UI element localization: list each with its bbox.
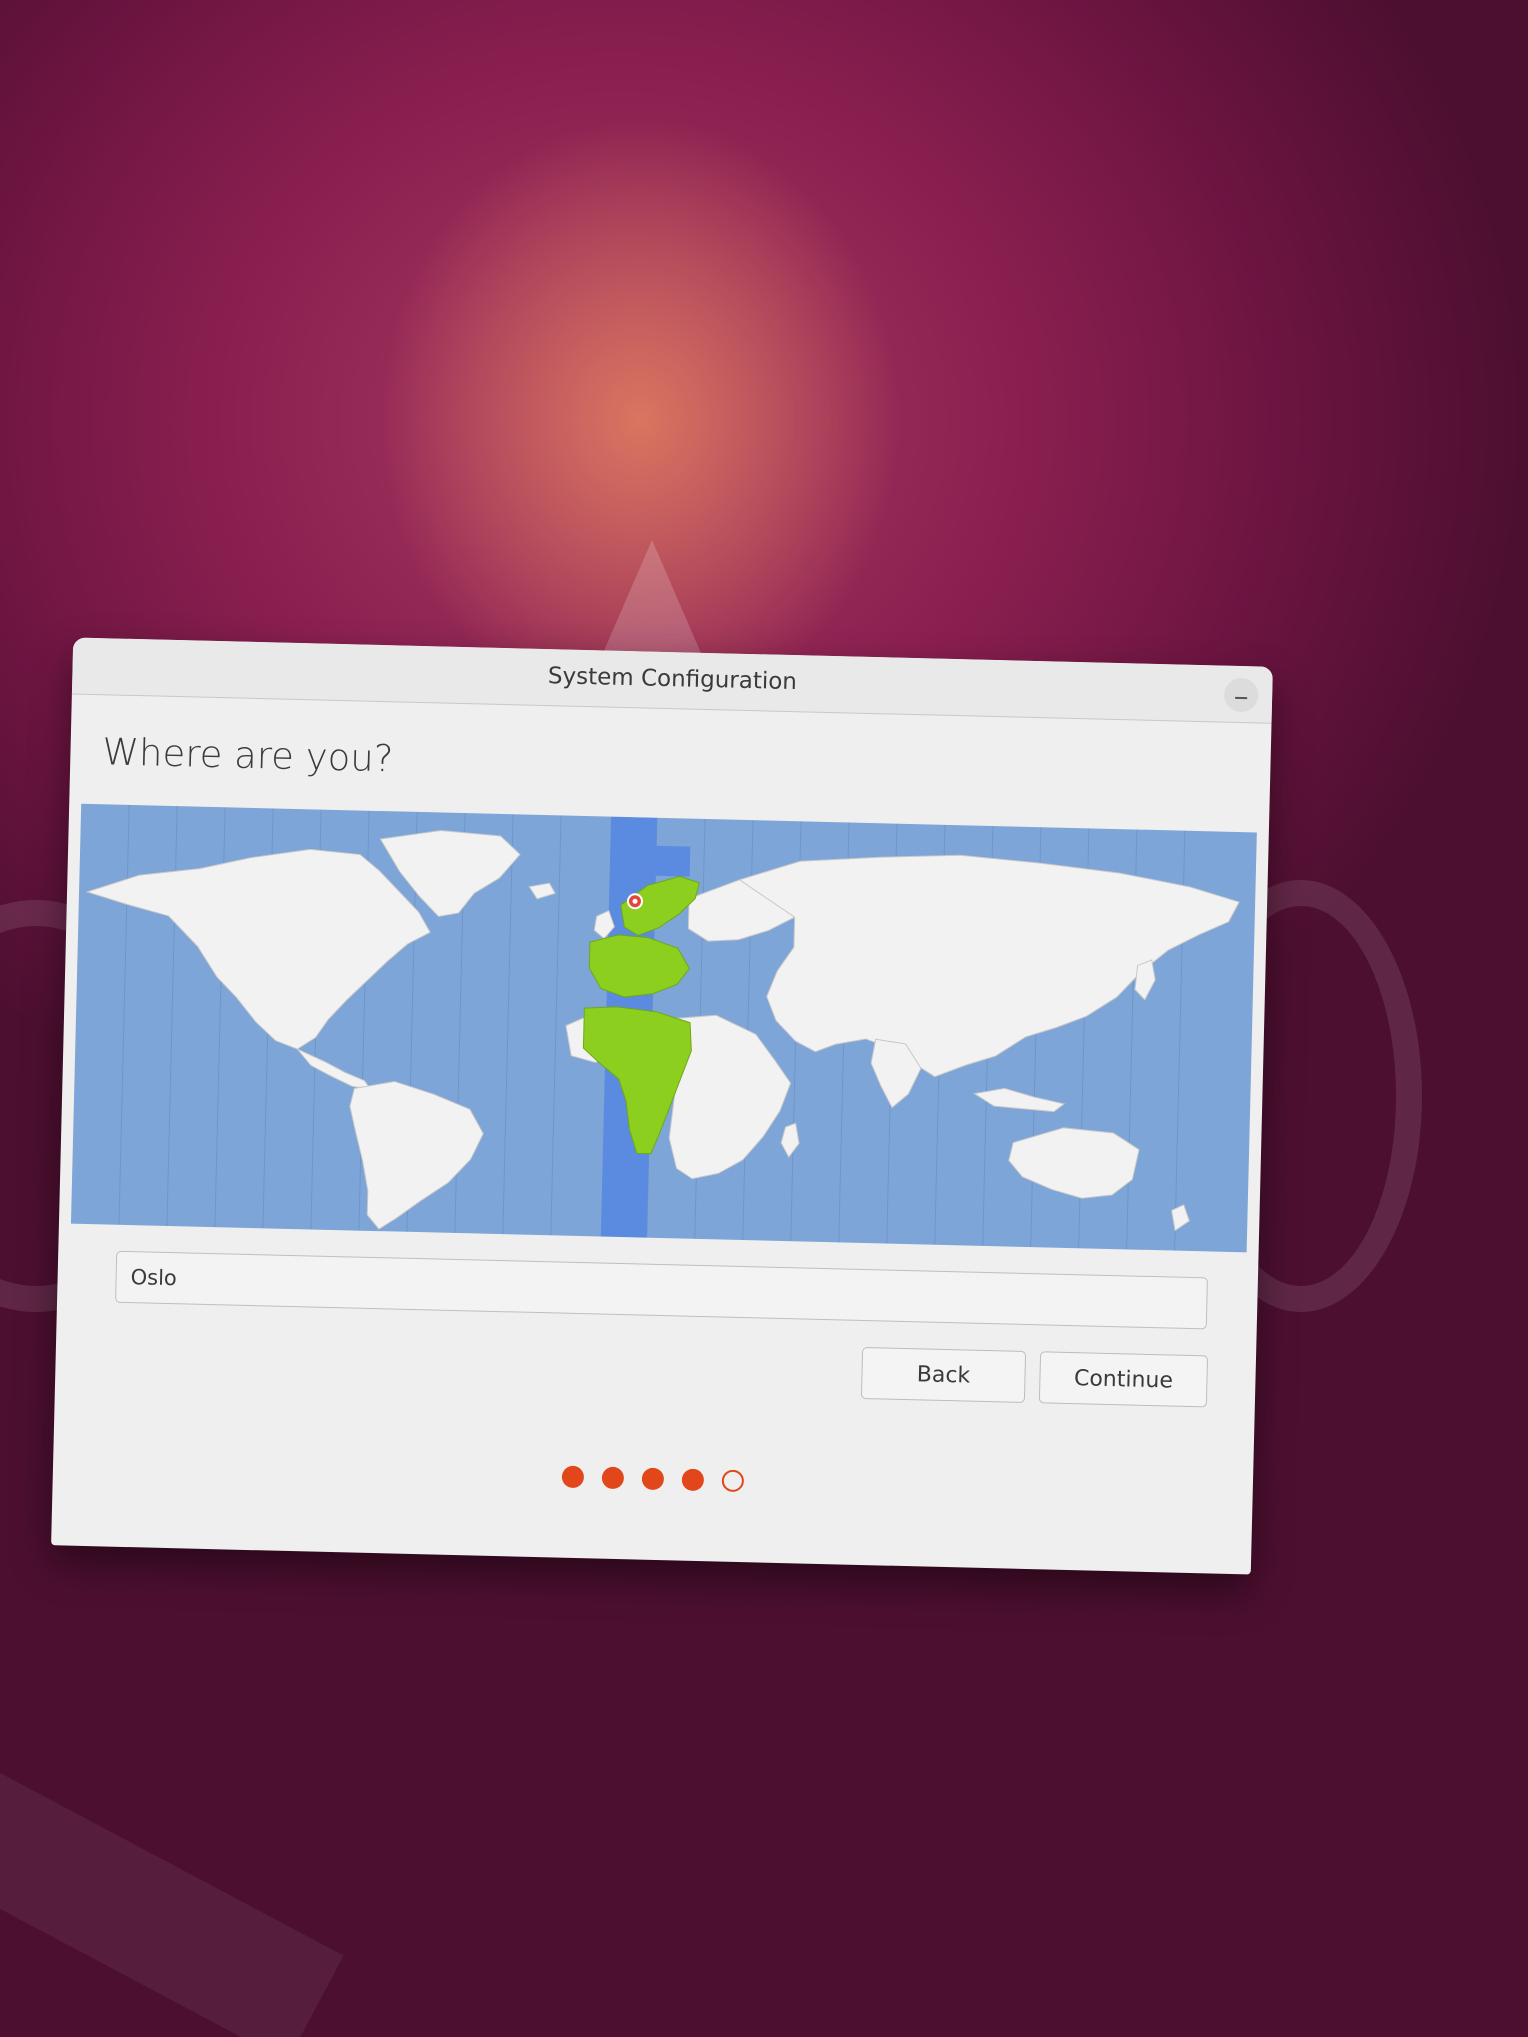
- step-progress-indicator: [53, 1453, 1253, 1504]
- back-button[interactable]: Back: [860, 1346, 1027, 1403]
- location-marker: [626, 893, 643, 910]
- window-title: System Configuration: [547, 663, 798, 696]
- location-input[interactable]: [115, 1250, 1208, 1330]
- progress-dot-4: [681, 1468, 705, 1492]
- wallpaper-streak: [0, 1758, 344, 2037]
- page-title: Where are you?: [101, 730, 394, 781]
- selected-timezone-band-notch: [655, 845, 691, 877]
- progress-dot-2: [601, 1466, 625, 1490]
- progress-dot-3: [641, 1467, 665, 1491]
- minimize-icon: [1235, 696, 1248, 700]
- minimize-button[interactable]: [1223, 677, 1259, 713]
- world-map-svg: [85, 804, 1240, 1251]
- continue-button[interactable]: Continue: [1038, 1351, 1209, 1408]
- wallpaper-spike: [600, 540, 704, 660]
- system-configuration-window: System Configuration Where are you? Oslo…: [51, 637, 1273, 1575]
- progress-dot-1: [561, 1465, 585, 1489]
- desktop-background: System Configuration Where are you? Oslo…: [0, 0, 1528, 2037]
- timezone-map[interactable]: [70, 803, 1257, 1253]
- progress-dot-5: [721, 1469, 745, 1493]
